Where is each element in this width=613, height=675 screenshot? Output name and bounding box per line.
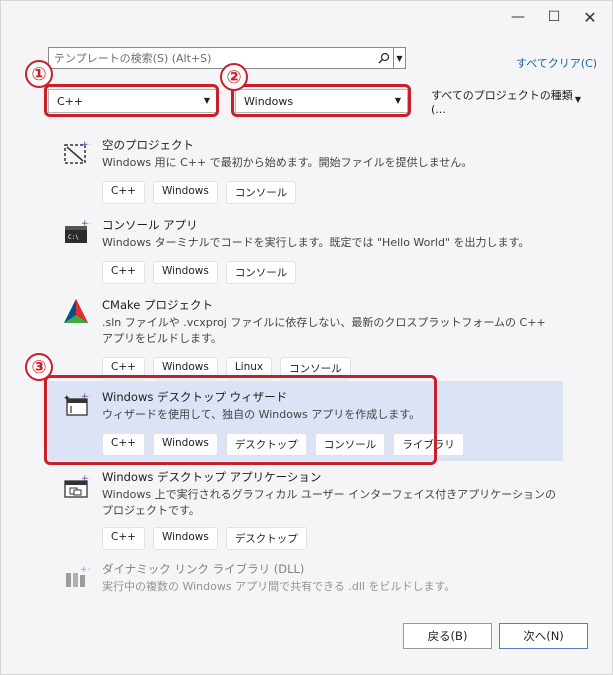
tag: Linux: [225, 357, 273, 380]
template-item-dll[interactable]: ++ ダイナミック リンク ライブラリ (DLL) 実行中の複数の Window…: [48, 557, 563, 597]
tag: Windows: [152, 181, 218, 204]
template-list: ++ 空のプロジェクト Windows 用に C++ で最初から始めます。開始フ…: [48, 127, 563, 597]
template-tags: C++ Windows Linux コンソール: [102, 357, 351, 380]
template-description: .sln ファイルや .vcxproj ファイルに依存しない、最新のクロスプラッ…: [102, 316, 546, 345]
svg-text:✦: ✦: [63, 394, 71, 404]
template-item-windows-desktop-app[interactable]: ++ Windows デスクトップ アプリケーション Windows 上で実行さ…: [48, 463, 563, 557]
tag: C++: [102, 357, 145, 380]
title-bar: — ☐ ✕: [1, 1, 612, 35]
template-description: Windows 上で実行されるグラフィカル ユーザー インターフェイス付きアプリ…: [102, 488, 556, 517]
next-button[interactable]: 次へ(N): [499, 623, 588, 649]
template-item-console-app[interactable]: C:\++ コンソール アプリ Windows ターミナルでコードを実行します。…: [48, 207, 563, 285]
tag: Windows: [152, 261, 218, 284]
project-type-filter-select[interactable]: すべてのプロジェクトの種類(... ▼: [423, 88, 587, 116]
chevron-down-icon: ▼: [203, 96, 210, 105]
tag: C++: [102, 181, 145, 204]
tag: コンソール: [314, 433, 386, 456]
template-tags: C++ Windows デスクトップ: [102, 527, 307, 550]
svg-text:C:\: C:\: [68, 234, 79, 241]
svg-text:++: ++: [81, 219, 90, 229]
svg-text:++: ++: [81, 474, 90, 484]
template-item-windows-desktop-wizard[interactable]: ✦ ++ Windows デスクトップ ウィザード ウィザードを使用して、独自の …: [48, 381, 563, 461]
template-description: Windows ターミナルでコードを実行します。既定では "Hello Worl…: [102, 236, 530, 249]
template-tags: C++ Windows コンソール: [102, 261, 297, 284]
platform-filter-select[interactable]: Windows ▼: [235, 89, 408, 113]
tag: デスクトップ: [225, 527, 307, 550]
template-title: CMake プロジェクト: [102, 298, 213, 312]
template-title: Windows デスクトップ アプリケーション: [102, 470, 322, 484]
desktop-app-icon: ++: [62, 473, 96, 501]
search-placeholder: テンプレートの検索(S) (Alt+S): [54, 52, 212, 65]
language-filter-select[interactable]: C++ ▼: [48, 89, 217, 113]
svg-text:++: ++: [80, 565, 90, 575]
empty-project-icon: ++: [62, 139, 96, 167]
svg-text:++: ++: [81, 140, 90, 150]
tag: Windows: [152, 357, 218, 380]
clear-all-link[interactable]: すべてクリア(C): [516, 55, 597, 71]
svg-text:++: ++: [81, 392, 90, 402]
annotation-number-3: ③: [25, 353, 53, 381]
tag: コンソール: [225, 261, 297, 284]
annotation-number-2: ②: [220, 63, 248, 91]
template-description: 実行中の複数の Windows アプリ間で共有できる .dll をビルドします。: [102, 580, 456, 593]
template-title: コンソール アプリ: [102, 218, 198, 232]
template-title: 空のプロジェクト: [102, 138, 194, 152]
template-tags: C++ Windows コンソール: [102, 181, 297, 204]
template-description: Windows 用に C++ で最初から始めます。開始ファイルを提供しません。: [102, 156, 473, 169]
maximize-button[interactable]: ☐: [539, 5, 569, 29]
annotation-number-1: ①: [25, 60, 53, 88]
chevron-down-icon: ▼: [574, 95, 581, 104]
search-icon[interactable]: [375, 48, 393, 68]
tag: コンソール: [225, 181, 297, 204]
tag: コンソール: [280, 357, 351, 380]
desktop-wizard-icon: ✦ ++: [62, 391, 96, 419]
close-button[interactable]: ✕: [575, 5, 605, 29]
tag: Windows: [152, 433, 218, 456]
chevron-down-icon[interactable]: ▼: [393, 48, 405, 68]
minimize-button[interactable]: —: [503, 5, 533, 29]
template-item-cmake-project[interactable]: CMake プロジェクト .sln ファイルや .vcxproj ファイルに依存…: [48, 287, 563, 381]
cmake-icon: [62, 297, 90, 325]
template-description: ウィザードを使用して、独自の Windows アプリを作成します。: [102, 408, 421, 421]
template-tags: C++ Windows デスクトップ コンソール ライブラリ: [102, 433, 464, 456]
project-type-value: すべてのプロジェクトの種類(...: [431, 88, 573, 116]
tag: Windows: [152, 527, 218, 550]
template-item-empty-project[interactable]: ++ 空のプロジェクト Windows 用に C++ で最初から始めます。開始フ…: [48, 127, 563, 205]
tag: ライブラリ: [393, 433, 464, 456]
language-value: C++: [57, 94, 84, 108]
platform-value: Windows: [244, 94, 294, 108]
library-icon: ++: [62, 563, 95, 591]
back-button[interactable]: 戻る(B): [403, 623, 492, 649]
tag: C++: [102, 261, 145, 284]
tag: C++: [102, 527, 145, 550]
tag: C++: [102, 433, 145, 456]
chevron-down-icon: ▼: [394, 96, 401, 105]
template-title: ダイナミック リンク ライブラリ (DLL): [102, 562, 305, 576]
new-project-dialog: — ☐ ✕ テンプレートの検索(S) (Alt+S) ▼ すべてクリア(C) C…: [0, 0, 613, 675]
tag: デスクトップ: [225, 433, 307, 456]
console-app-icon: C:\++: [62, 219, 96, 247]
template-title: Windows デスクトップ ウィザード: [102, 390, 288, 404]
